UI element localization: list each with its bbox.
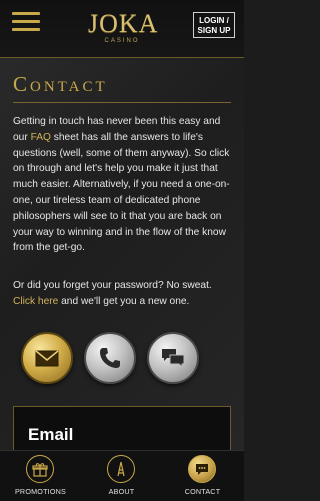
nav-promotions-label: PROMOTIONS xyxy=(14,487,67,496)
chat-icon xyxy=(188,455,216,483)
phone-icon xyxy=(100,348,120,368)
page-title: Contact xyxy=(13,72,108,96)
password-paragraph: Or did you forget your password? No swea… xyxy=(13,278,233,310)
bottom-nav: PROMOTIONS ABOUT CONTACT xyxy=(0,450,244,501)
gift-icon xyxy=(26,455,54,483)
login-signup-button[interactable]: LOGIN / SIGN UP xyxy=(193,12,235,38)
login-label: LOGIN / xyxy=(199,16,229,25)
envelope-icon xyxy=(35,350,59,367)
nav-about[interactable]: ABOUT xyxy=(81,451,162,501)
nav-promotions[interactable]: PROMOTIONS xyxy=(0,451,81,501)
signup-label: SIGN UP xyxy=(197,26,231,35)
password-text-b: and we'll get you a new one. xyxy=(58,295,190,307)
logo-subtext: CASINO xyxy=(104,38,140,44)
email-contact-button[interactable] xyxy=(21,332,73,384)
tower-icon xyxy=(107,455,135,483)
nav-about-label: ABOUT xyxy=(108,487,135,496)
menu-icon[interactable] xyxy=(12,12,40,32)
intro-paragraph: Getting in touch has never been this eas… xyxy=(13,114,233,256)
logo[interactable]: JOKA CASINO xyxy=(88,9,159,50)
chat-contact-button[interactable] xyxy=(147,332,199,384)
email-card-title: Email xyxy=(28,425,74,444)
phone-contact-button[interactable] xyxy=(84,332,136,384)
header: JOKA CASINO LOGIN / SIGN UP xyxy=(0,0,244,58)
password-text-a: Or did you forget your password? No swea… xyxy=(13,280,212,291)
reset-password-link[interactable]: Click here xyxy=(13,296,58,307)
email-card: Email xyxy=(13,406,231,450)
intro-text-b: sheet has all the answers to life's ques… xyxy=(13,131,230,254)
faq-link[interactable]: FAQ xyxy=(31,132,51,143)
chat-bubbles-icon xyxy=(162,349,185,369)
nav-contact-label: CONTACT xyxy=(184,487,221,496)
logo-text: JOKA xyxy=(88,9,159,38)
main-content: Contact Getting in touch has never been … xyxy=(0,58,244,450)
nav-contact[interactable]: CONTACT xyxy=(162,451,243,501)
title-divider xyxy=(13,102,231,103)
